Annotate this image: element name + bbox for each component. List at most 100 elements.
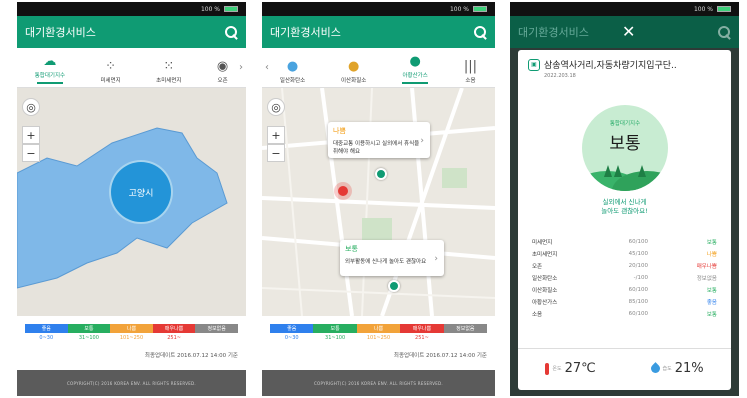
- thermometer-icon: [545, 362, 550, 375]
- fine-dust-icon: ⁙: [163, 59, 175, 74]
- table-row: 소음 60/100 보통: [532, 311, 717, 318]
- last-updated: 최종업데이트 2016.07.12 14:00 기준: [144, 353, 238, 359]
- tab-ozone[interactable]: ◉ 오존: [216, 59, 229, 85]
- location-icon[interactable]: ◎: [22, 98, 40, 116]
- chevron-left-icon[interactable]: ‹: [265, 62, 269, 73]
- battery-text: 100 %: [449, 5, 469, 13]
- phone-screen-map-integrated: 100 % 대기환경서비스 ☁ 통합대기지수 ⁘ 미세먼지 ⁙ 초미세먼지 ◉ …: [17, 2, 246, 396]
- zoom-out-button[interactable]: −: [267, 144, 285, 162]
- ozone-icon: ◉: [216, 59, 229, 74]
- weather-summary: 온도 27℃ 습도 21%: [518, 348, 731, 376]
- tree-icon: [614, 165, 622, 177]
- status-bar: 100 %: [262, 2, 495, 16]
- legend-very-bad: 매우나쁨: [400, 324, 444, 333]
- legend: 좋음 보통 나쁨 매우나쁨 정보없음 0~30 31~100 101~250 2…: [17, 316, 246, 370]
- app-title: 대기환경서비스: [25, 26, 96, 39]
- bus-stop-icon: ▣: [528, 58, 540, 71]
- legend-very-bad: 매우나쁨: [152, 324, 196, 333]
- search-icon[interactable]: [224, 25, 238, 39]
- station-pin[interactable]: [388, 280, 400, 292]
- pollutant-tabs: ‹ ● 일산화탄소 ● 이산화질소 ● 아황산가스 ||| 소음: [262, 48, 495, 88]
- tab-noise[interactable]: ||| 소음: [463, 59, 478, 85]
- legend: 좋음 보통 나쁨 매우나쁨 정보없음 0~30 31~100 101~250 2…: [262, 316, 495, 370]
- table-row: 이산화질소 60/100 보통: [532, 287, 717, 294]
- phone-screen-station-detail: 100 % 대기환경서비스 ✕ ▣ 삼송역사거리,자동차량기지입구단.. 202…: [510, 2, 739, 396]
- app-bar-dimmed: 대기환경서비스 ✕: [510, 16, 739, 48]
- index-illustration: 통합대기지수 보통: [582, 105, 668, 191]
- tab-fine-dust[interactable]: ⁘ 미세먼지: [101, 59, 121, 85]
- pollutant-tabs: ☁ 통합대기지수 ⁘ 미세먼지 ⁙ 초미세먼지 ◉ 오존 ›: [17, 48, 246, 88]
- last-updated: 최종업데이트 2016.07.12 14:00 기준: [393, 353, 487, 359]
- pollutant-table: 미세먼지 60/100 보통 초미세먼지 45/100 나쁨 오존 20/100…: [532, 236, 717, 320]
- battery-text: 100 %: [693, 5, 713, 13]
- drop-icon: ●: [409, 54, 421, 69]
- phone-screen-map-gas: 100 % 대기환경서비스 ‹ ● 일산화탄소 ● 이산화질소 ● 아황산가스 …: [262, 2, 495, 396]
- station-detail-card: ▣ 삼송역사거리,자동차량기지입구단.. 2022.203.18 통합대기지수 …: [518, 50, 731, 390]
- legend-normal: 보통: [313, 324, 357, 333]
- humidity: 습도 21%: [648, 361, 704, 376]
- status-bar: 100 %: [17, 2, 246, 16]
- tree-icon: [638, 165, 646, 177]
- legend-no-info: 정보없음: [443, 324, 488, 333]
- current-location-marker: [338, 186, 348, 196]
- legend-normal: 보통: [67, 324, 111, 333]
- battery-icon: [224, 6, 238, 12]
- chevron-right-icon: ›: [420, 136, 424, 146]
- drop-icon: ●: [347, 59, 360, 74]
- tab-sulfur-dioxide[interactable]: ● 아황산가스: [402, 55, 428, 84]
- legend-good: 좋음: [25, 324, 68, 333]
- index-message: 실외에서 신나게 놀아도 괜찮아요!: [601, 198, 648, 215]
- station-date: 2022.203.18: [544, 73, 576, 79]
- temperature: 온도 27℃: [545, 361, 596, 376]
- region-bubble[interactable]: 고양시: [109, 160, 173, 224]
- cloud-icon: ☁: [43, 54, 57, 69]
- station-header: ▣ 삼송역사거리,자동차량기지입구단..: [528, 58, 721, 71]
- tab-nitrogen-dioxide[interactable]: ● 이산화질소: [341, 59, 366, 85]
- zoom-out-button[interactable]: −: [22, 144, 40, 162]
- legend-bad: 나쁨: [110, 324, 153, 333]
- location-icon[interactable]: ◎: [267, 98, 285, 116]
- map-view[interactable]: ◎ + − 나쁨 대중교통 이용하시고 실외에서 휴식을 취해야 해요 › 보통…: [262, 88, 495, 316]
- chevron-right-icon[interactable]: ›: [239, 62, 243, 73]
- drop-icon: ●: [286, 59, 299, 74]
- station-popup-bad[interactable]: 나쁨 대중교통 이용하시고 실외에서 휴식을 취해야 해요 ›: [328, 122, 430, 158]
- search-icon[interactable]: [473, 25, 487, 39]
- zoom-in-button[interactable]: +: [22, 126, 40, 144]
- status-bar: 100 %: [510, 2, 739, 16]
- app-title: 대기환경서비스: [518, 26, 589, 39]
- legend-colors: 좋음 보통 나쁨 매우나쁨 정보없음: [25, 324, 238, 333]
- legend-good: 좋음: [270, 324, 314, 333]
- table-row: 미세먼지 60/100 보통: [532, 239, 717, 246]
- dust-icon: ⁘: [105, 59, 117, 74]
- sound-icon: |||: [463, 59, 478, 74]
- tab-integrated-index[interactable]: ☁ 통합대기지수: [35, 55, 65, 84]
- table-row: 오존 20/100 매우나쁨: [532, 263, 717, 270]
- table-row: 초미세먼지 45/100 나쁨: [532, 251, 717, 258]
- footer: COPYRIGHT(C) 2016 KOREA ENV. ALL RIGHTS …: [262, 370, 495, 396]
- legend-ranges: 0~30 31~100 101~250 251~: [284, 335, 429, 341]
- close-icon[interactable]: ✕: [622, 22, 635, 41]
- index-value: 보통: [609, 134, 641, 154]
- legend-colors: 좋음 보통 나쁨 매우나쁨 정보없음: [270, 324, 488, 333]
- app-title: 대기환경서비스: [270, 26, 341, 39]
- footer: COPYRIGHT(C) 2016 KOREA ENV. ALL RIGHTS …: [17, 370, 246, 396]
- chevron-right-icon: ›: [434, 254, 438, 264]
- legend-no-info: 정보없음: [195, 324, 238, 333]
- station-name: 삼송역사거리,자동차량기지입구단..: [544, 61, 677, 71]
- index-label: 통합대기지수: [609, 121, 641, 127]
- tab-ultrafine-dust[interactable]: ⁙ 초미세먼지: [156, 59, 181, 85]
- station-popup-normal[interactable]: 보통 외부활동에 신나게 놀아도 괜찮아요 ›: [340, 240, 444, 276]
- zoom-in-button[interactable]: +: [267, 126, 285, 144]
- battery-text: 100 %: [200, 5, 220, 13]
- legend-bad: 나쁨: [356, 324, 401, 333]
- tree-icon: [604, 165, 612, 177]
- tab-carbon-monoxide[interactable]: ● 일산화탄소: [280, 59, 305, 85]
- table-row: 아황산가스 85/100 좋음: [532, 299, 717, 306]
- app-bar: 대기환경서비스: [17, 16, 246, 48]
- battery-icon: [717, 6, 731, 12]
- map-view[interactable]: ◎ + − 고양시: [17, 88, 246, 316]
- water-drop-icon: [648, 362, 662, 375]
- station-pin[interactable]: [375, 168, 387, 180]
- table-row: 일산화탄소 -/100 정보없음: [532, 275, 717, 282]
- legend-ranges: 0~30 31~100 101~250 251~: [39, 335, 181, 341]
